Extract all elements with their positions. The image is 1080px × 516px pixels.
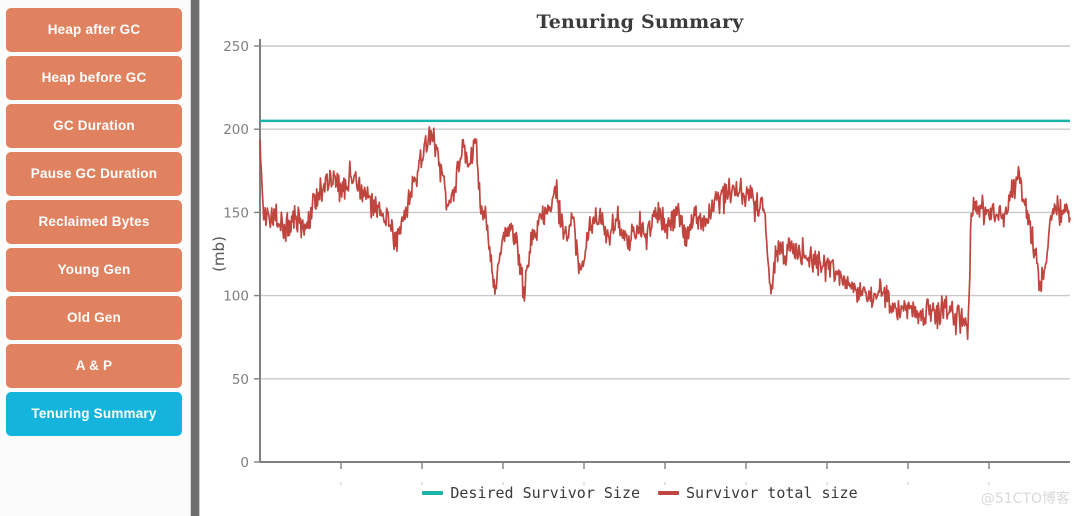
legend-label: Survivor total size: [686, 484, 858, 502]
sidebar-item-pause-gc-duration[interactable]: Pause GC Duration: [6, 152, 182, 196]
legend-label: Desired Survivor Size: [450, 484, 641, 502]
legend-item-survivor-total-size[interactable]: Survivor total size: [658, 484, 858, 502]
series-line-survivor-total-size: [259, 126, 1071, 340]
sidebar-item-old-gen[interactable]: Old Gen: [6, 296, 182, 340]
sidebar-item-gc-duration[interactable]: GC Duration: [6, 104, 182, 148]
legend-swatch-icon: [658, 491, 680, 495]
sidebar-item-heap-before-gc[interactable]: Heap before GC: [6, 56, 182, 100]
watermark: @51CTO博客: [980, 491, 1070, 507]
tenuring-summary-plot: 0 50 100 150 200 250 (mb): [210, 39, 1071, 485]
legend-item-desired-survivor-size[interactable]: Desired Survivor Size: [422, 484, 640, 502]
legend-swatch-icon: [422, 491, 444, 495]
gc-analyzer-window: Heap after GC Heap before GC GC Duration Pa…: [0, 0, 1080, 516]
chart-legend: Desired Survivor Size Survivor total size: [200, 484, 1080, 502]
y-axis-label: (mb): [210, 236, 228, 272]
sidebar-item-heap-after-gc[interactable]: Heap after GC: [6, 8, 182, 52]
sidebar-item-reclaimed-bytes[interactable]: Reclaimed Bytes: [6, 200, 182, 244]
y-tick-label: 250: [223, 39, 249, 55]
y-tick-label: 100: [223, 289, 249, 305]
panel-divider[interactable]: [190, 0, 200, 516]
sidebar-item-young-gen[interactable]: Young Gen: [6, 248, 182, 292]
sidebar-item-tenuring-summary[interactable]: Tenuring Summary: [6, 392, 182, 436]
sidebar: Heap after GC Heap before GC GC Duration Pa…: [0, 0, 190, 516]
sidebar-item-a-p[interactable]: A & P: [6, 344, 182, 388]
y-tick-label: 0: [240, 455, 249, 471]
y-tick-label: 50: [232, 372, 249, 388]
y-tick-label: 150: [223, 205, 249, 221]
y-tick-label: 200: [223, 122, 249, 138]
chart-panel: Tenuring Summary 0 50 100 150 200 250 (mb) Des…: [200, 0, 1080, 516]
